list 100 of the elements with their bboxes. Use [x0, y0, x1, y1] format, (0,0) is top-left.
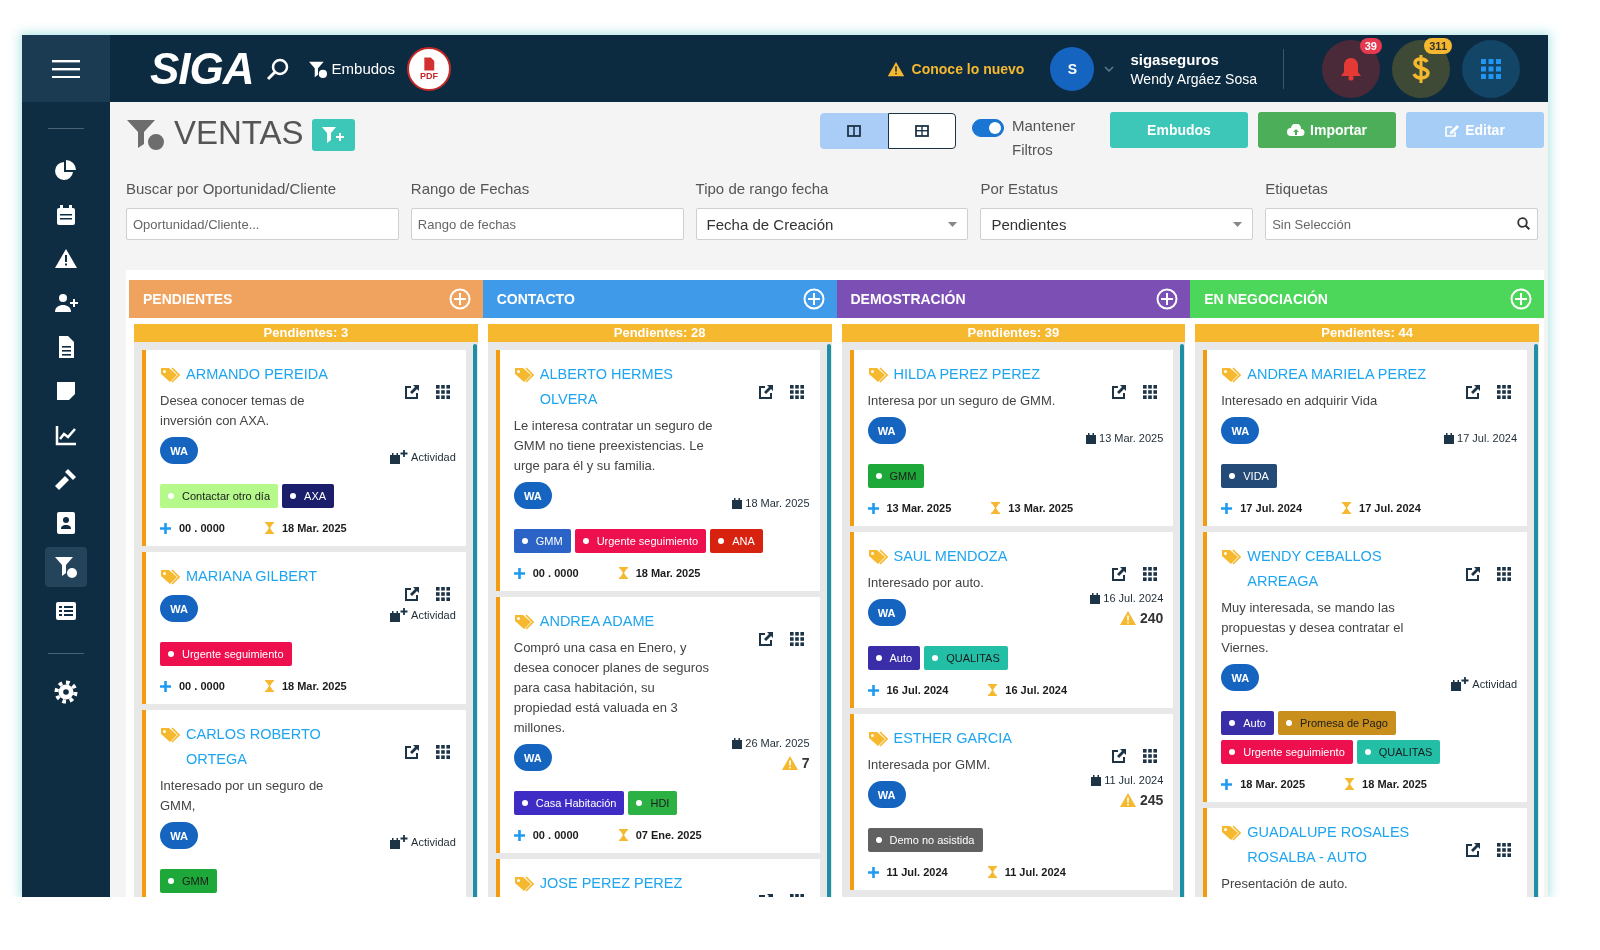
opportunity-card[interactable]: ANDREA ADAME Compró una casa en Enero, y desea conocer planes de seguros para casa habitación, su propiedad está valuada en 3 millones. WA 26 Mar. 2025 7 Casa Habitación HDI 00 . 0000 07 Ene. 2025 [495, 597, 820, 853]
add-circle-icon[interactable] [1156, 288, 1179, 310]
external-link-icon[interactable] [1465, 384, 1481, 400]
whatsapp-pill[interactable]: WA [160, 437, 198, 464]
whatsapp-pill[interactable]: WA [867, 781, 906, 808]
whatsapp-pill[interactable]: WA [160, 822, 198, 849]
plus-icon [867, 866, 879, 878]
whatsapp-pill[interactable]: WA [1221, 417, 1260, 444]
add-event-icon[interactable] [390, 608, 409, 622]
card-description: Interesado por auto. [867, 574, 985, 592]
opportunity-card[interactable]: MARIANA GILBERT WA Actividad Urgente seguimiento 00 . 0000 18 Mar. 2025 [142, 552, 466, 704]
external-link-icon[interactable] [757, 631, 774, 647]
external-link-icon[interactable] [403, 586, 420, 602]
filter-label: Etiquetas [1265, 180, 1329, 197]
input-field[interactable]: Oportunidad/Cliente... [126, 208, 399, 240]
add-activity-link[interactable]: Actividad [411, 451, 456, 463]
external-link-icon[interactable] [403, 744, 420, 760]
grid-icon[interactable] [1497, 843, 1511, 857]
whatsapp-pill[interactable]: WA [513, 482, 552, 509]
plus-icon [160, 680, 171, 692]
dropdown[interactable]: Pendientes [980, 208, 1254, 240]
add-event-icon[interactable] [390, 450, 409, 464]
tag: GMM [160, 869, 217, 893]
tag-icon [160, 569, 180, 585]
grid-icon[interactable] [789, 385, 804, 399]
whatsapp-pill[interactable]: WA [160, 595, 198, 622]
notifications-button[interactable]: 39 [1322, 39, 1380, 98]
grid-icon[interactable] [1497, 385, 1511, 399]
search-icon[interactable] [1517, 217, 1530, 230]
funnels-link[interactable]: Embudos [307, 59, 395, 78]
opportunity-card[interactable]: ANDREA MARIELA PEREZ Interesado en adquirir Vida WA 17 Jul. 2024 VIDA 17 Jul. 2024 17 Jul. 2024 [1203, 350, 1527, 526]
search-field[interactable]: Sin Selección [1265, 208, 1538, 240]
search-icon[interactable] [265, 56, 290, 81]
calendar-icon [54, 203, 78, 227]
dropdown[interactable]: Fecha de Creación [695, 208, 969, 240]
whatsapp-pill[interactable]: WA [1221, 664, 1260, 691]
opportunity-card[interactable]: ALBERTO HERMES OLVERA Le interesa contratar un seguro de GMM no tiene preexistencias. Le urge para él y su familia. WA 18 Mar. 2025 GMM Urgente seguimiento ANA 00 . 0000 18 Mar. 2025 [495, 350, 820, 591]
add-activity-link[interactable]: Actividad [411, 609, 456, 621]
external-link-icon[interactable] [1465, 842, 1481, 858]
opportunity-card[interactable]: CARLOS ROBERTO ORTEGA Interesado por un seguro de GMM, WA Actividad GMM [142, 710, 466, 897]
external-link-icon[interactable] [1111, 748, 1128, 764]
input-field[interactable]: Rango de fechas [410, 208, 684, 240]
toggle-switch[interactable] [972, 119, 1004, 137]
pdf-button[interactable]: PDF [406, 46, 451, 91]
grid-icon[interactable] [435, 385, 450, 399]
caret-icon[interactable] [1104, 65, 1115, 72]
grid-icon[interactable] [435, 745, 450, 759]
menu-icon[interactable] [52, 59, 80, 78]
grid-icon[interactable] [1497, 567, 1511, 581]
scrollbar-thumb[interactable] [1534, 344, 1538, 897]
card-description: Interesado por un seguro de GMM, [160, 777, 325, 815]
table-view-button[interactable] [888, 113, 956, 149]
settings-icon[interactable] [54, 680, 78, 704]
add-activity-link[interactable]: Actividad [1472, 678, 1517, 690]
columns-view-button[interactable] [820, 113, 888, 149]
opportunity-card[interactable]: ESTHER GARCIA Interesada por GMM. WA 11 Jul. 2024 245 Demo no asistida 11 Jul. 2024 11 Jul. 2024 [849, 714, 1174, 890]
add-activity-link[interactable]: Actividad [411, 836, 456, 848]
external-link-icon[interactable] [403, 384, 420, 400]
calendar-icon [1444, 432, 1455, 444]
logo[interactable]: SIGA [150, 46, 254, 91]
add-user-icon [54, 291, 78, 315]
plus-icon [1221, 778, 1233, 790]
scrollbar-thumb[interactable] [472, 344, 477, 897]
tag: QUALITAS [1356, 740, 1441, 764]
external-link-icon[interactable] [757, 384, 774, 400]
opportunity-card[interactable]: ARMANDO PEREIDA Desea conocer temas de inversión con AXA. WA Actividad Contactar otro día AXA 00 . 0000 18 Mar. 2025 [142, 350, 466, 546]
add-circle-icon[interactable] [802, 288, 825, 310]
whatsapp-pill[interactable]: WA [867, 417, 906, 444]
opportunity-card[interactable]: GUADALUPE ROSALES ROSALBA - AUTO Presentación de auto. [1203, 808, 1527, 897]
note-icon [54, 379, 78, 403]
due-date: 16 Jul. 2024 [1005, 684, 1068, 696]
external-link-icon[interactable] [1111, 566, 1128, 582]
opportunity-card[interactable]: WENDY CEBALLOS ARREAGA Muy interesada, se mando las propuestas y desea contratar el Viernes. WA Actividad Auto Promesa de Pago Urgente seguimiento QUALITAS 18 Mar. 2025 18 Mar. 2025 [1203, 532, 1527, 802]
user-avatar[interactable]: S [1050, 46, 1095, 91]
opportunity-card[interactable]: HILDA PEREZ PEREZ Interesa por un seguro de GMM. WA 13 Mar. 2025 GMM 13 Mar. 2025 13 Mar. 2025 [849, 350, 1174, 526]
tag: Urgente seguimiento [574, 529, 707, 553]
add-event-icon[interactable] [390, 835, 409, 849]
hourglass-icon [264, 680, 274, 692]
scrollbar-thumb[interactable] [1180, 344, 1185, 897]
card-description: Interesado en adquirir Vida [1221, 392, 1379, 410]
calendar-icon [732, 737, 743, 749]
grid-icon[interactable] [1143, 749, 1158, 763]
grid-icon[interactable] [789, 632, 804, 646]
opportunity-card[interactable]: SAUL MENDOZA Interesado por auto. WA 16 Jul. 2024 240 Auto QUALITAS 16 Jul. 2024 16 Jul. 2024 [849, 532, 1174, 708]
add-event-icon[interactable] [1451, 677, 1470, 691]
sidebar-item[interactable] [45, 547, 87, 587]
whats-new-link[interactable]: Conoce lo nuevo [886, 60, 1025, 77]
scrollbar-thumb[interactable] [826, 344, 831, 897]
grid-icon[interactable] [1143, 567, 1158, 581]
tag: QUALITAS [924, 646, 1008, 670]
grid-icon[interactable] [435, 587, 450, 601]
warning-icon [886, 60, 905, 77]
whatsapp-pill[interactable]: WA [867, 599, 906, 626]
external-link-icon[interactable] [1465, 566, 1481, 582]
line-chart-icon [54, 423, 78, 447]
grid-icon[interactable] [1143, 385, 1158, 399]
bell-icon [1340, 56, 1362, 81]
whatsapp-pill[interactable]: WA [513, 744, 552, 771]
external-link-icon[interactable] [1111, 384, 1128, 400]
payments-button[interactable]: 311 [1392, 39, 1450, 98]
